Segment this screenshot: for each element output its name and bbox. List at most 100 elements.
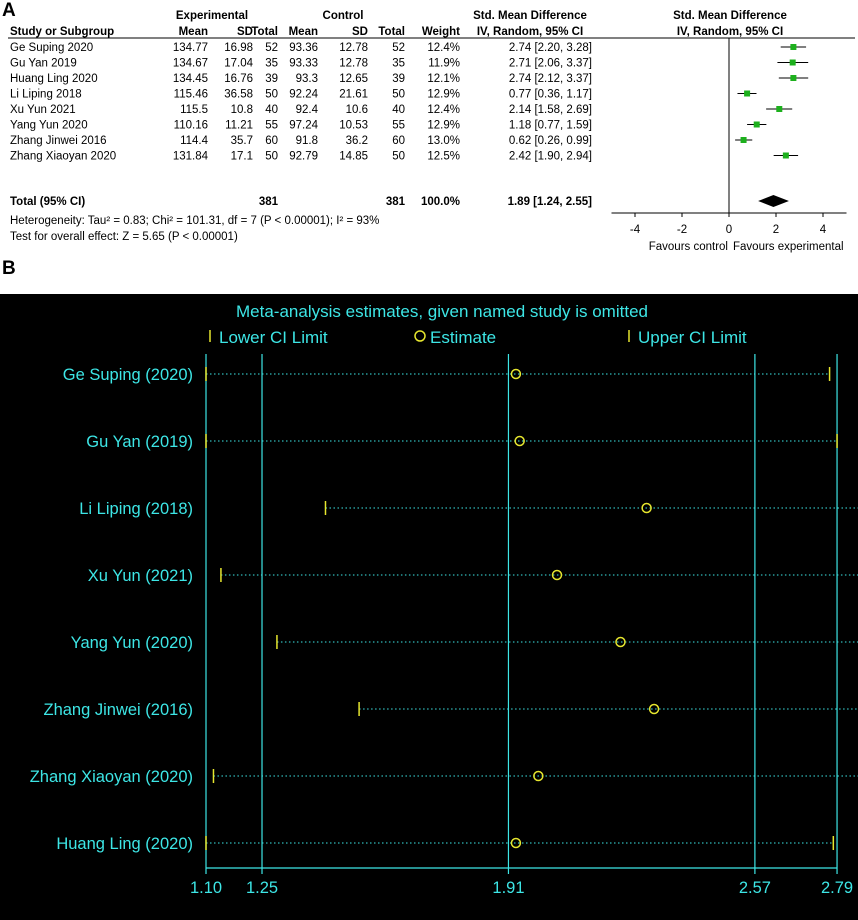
experimental-mean: 115.46 [174,89,208,101]
study-point [790,44,797,50]
study-weight: 12.5% [427,151,460,163]
control-sd: 21.61 [339,89,368,101]
omitted-study-label: Li Liping (2018) [79,500,193,518]
study-weight: 12.9% [427,89,460,101]
sensitivity-title: Meta-analysis estimates, given named stu… [236,302,648,321]
control-header: Control [323,10,364,22]
x-tick-label: 4 [820,224,827,236]
column-header-sd: SD [352,26,368,38]
total-weight: 100.0% [421,196,460,208]
study-smd-ci: 0.77 [0.36, 1.17] [509,89,592,101]
experimental-mean: 134.45 [173,73,208,85]
overall-effect-text: Test for overall effect: Z = 5.65 (P < 0… [10,231,238,243]
experimental-header: Experimental [176,10,248,22]
panel-b-background [0,294,858,920]
study-point [789,59,796,66]
study-weight: 12.4% [427,104,460,116]
omitted-study-label: Xu Yun (2021) [88,567,193,585]
experimental-total-sum: 381 [259,196,279,208]
smd-method: IV, Random, 95% CI [477,26,583,38]
study-weight: 13.0% [427,135,460,147]
study-point [744,90,751,97]
study-name: Li Liping 2018 [10,89,82,101]
experimental-sd: 16.98 [224,42,253,54]
study-weight: 11.9% [428,58,460,70]
experimental-mean: 134.77 [173,42,208,54]
control-total: 50 [392,151,405,163]
study-name: Huang Ling 2020 [10,73,98,85]
experimental-total: 60 [265,135,278,147]
column-header-weight: Weight [422,26,460,38]
sensitivity-x-tick-label: 2.57 [739,879,771,897]
study-smd-ci: 2.74 [2.12, 3.37] [509,73,592,85]
control-total: 55 [392,120,405,132]
plot-header: Std. Mean Difference [673,10,787,22]
experimental-total: 50 [265,89,278,101]
column-header-mean: Mean [179,26,208,38]
omitted-study-label: Gu Yan (2019) [86,433,193,451]
sensitivity-x-tick-label: 2.79 [821,879,853,897]
study-smd-ci: 0.62 [0.26, 0.99] [509,135,592,147]
omitted-study-label: Zhang Xiaoyan (2020) [30,768,193,786]
study-weight: 12.9% [427,120,460,132]
experimental-sd: 35.7 [231,135,253,147]
study-smd-ci: 2.14 [1.58, 2.69] [509,104,592,116]
experimental-sd: 16.76 [224,73,253,85]
x-tick-label: -2 [677,224,687,236]
experimental-mean: 115.5 [180,104,208,116]
control-sd: 12.78 [339,58,368,70]
control-mean: 92.4 [296,104,319,116]
panel-b-label: B [2,258,16,279]
x-tick-label: -4 [630,224,641,236]
study-name: Xu Yun 2021 [10,104,76,116]
column-header-mean: Mean [289,26,318,38]
study-smd-ci: 2.74 [2.20, 3.28] [509,42,592,54]
favours-experimental-label: Favours experimental [733,241,844,253]
control-mean: 91.8 [296,135,318,147]
experimental-sd: 11.21 [225,120,253,132]
experimental-mean: 114.4 [180,135,209,147]
study-name: Yang Yun 2020 [10,120,88,132]
control-total: 50 [392,89,405,101]
experimental-sd: 10.8 [231,104,253,116]
control-sd: 12.65 [339,73,368,85]
control-total: 35 [392,58,405,70]
experimental-sd: 36.58 [224,89,253,101]
control-total: 52 [392,42,405,54]
plot-method: IV, Random, 95% CI [677,26,783,38]
sensitivity-x-tick-label: 1.25 [246,879,278,897]
study-point [753,121,760,128]
control-mean: 92.79 [289,151,318,163]
sensitivity-x-tick-label: 1.91 [492,879,524,897]
study-name: Zhang Jinwei 2016 [10,135,107,147]
x-tick-label: 2 [773,224,779,236]
experimental-total: 40 [265,104,278,116]
favours-control-label: Favours control [649,241,728,253]
experimental-total: 55 [265,120,278,132]
total-smd-ci: 1.89 [1.24, 2.55] [508,196,593,208]
study-point [776,106,783,112]
legend-upper-label: Upper CI Limit [638,328,747,347]
control-total: 39 [392,73,405,85]
control-mean: 92.24 [289,89,318,101]
control-mean: 97.24 [289,120,318,132]
experimental-sd: 17.1 [231,151,253,163]
pooled-diamond [758,195,789,207]
control-sd: 10.53 [339,120,368,132]
control-mean: 93.3 [296,73,318,85]
control-total: 60 [392,135,405,147]
control-total-sum: 381 [386,196,406,208]
control-mean: 93.33 [289,58,318,70]
control-sd: 14.85 [339,151,368,163]
control-mean: 93.36 [289,42,318,54]
x-tick-label: 0 [726,224,732,236]
study-weight: 12.4% [427,42,460,54]
control-sd: 36.2 [346,135,368,147]
omitted-study-label: Huang Ling (2020) [56,835,193,853]
omitted-study-label: Ge Suping (2020) [63,366,193,384]
control-sd: 10.6 [346,104,368,116]
experimental-total: 39 [265,73,278,85]
figure: A Experimental Control Std. Mean Difference… [0,0,858,920]
study-point [782,152,789,159]
panel-a-label: A [2,0,16,21]
